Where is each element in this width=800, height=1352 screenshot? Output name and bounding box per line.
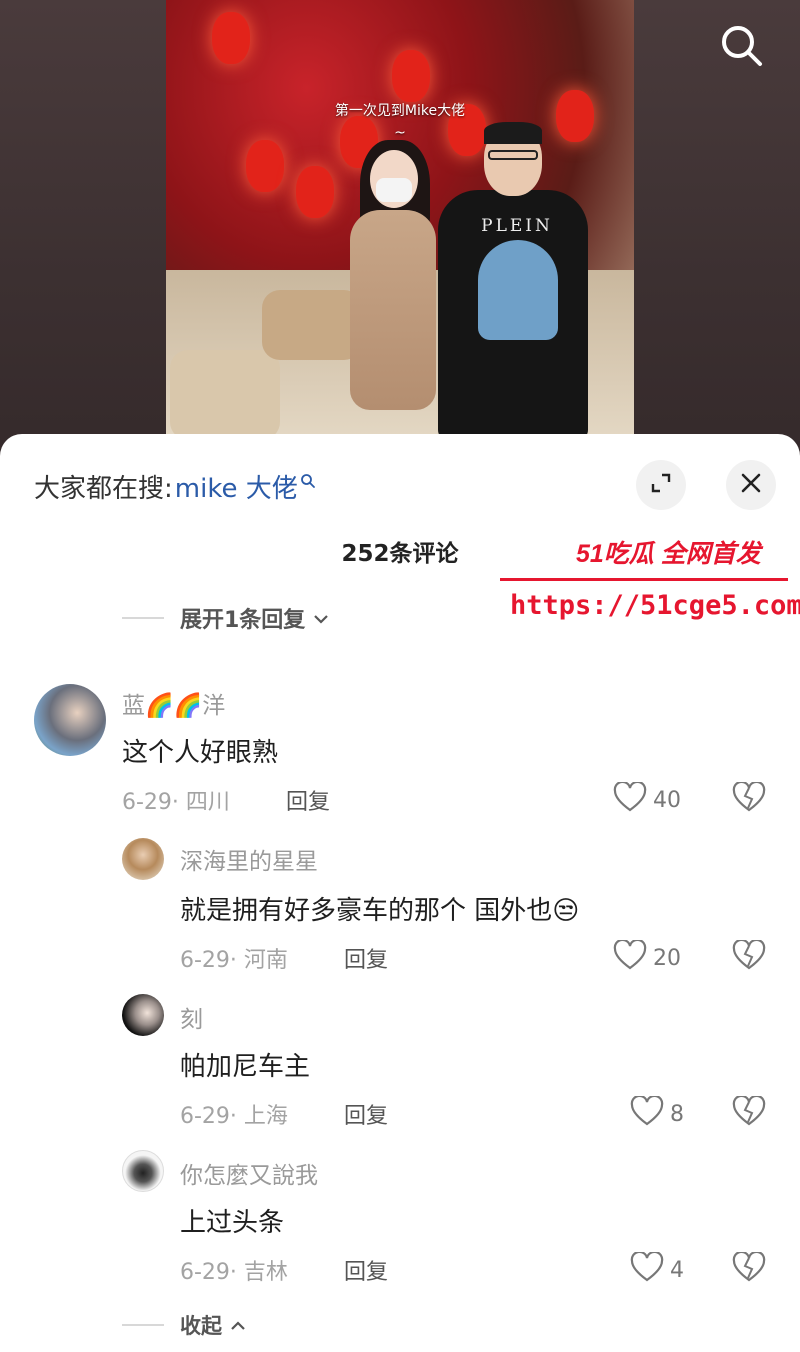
heart-icon [613, 780, 653, 818]
like-button[interactable]: 4 [630, 1250, 684, 1288]
watermark: 51吃瓜 全网首发 https://51cge5.com [500, 534, 800, 644]
comment-sheet: 大家都在搜: mike 大佬 252条评论 51吃瓜 全网首发 https://… [0, 434, 800, 1352]
comment-text: 帕加尼车主 [180, 1052, 311, 1082]
search-icon[interactable] [718, 22, 766, 70]
hoodie-text: PLEIN [481, 216, 553, 236]
reply-button[interactable]: 回复 [344, 1098, 388, 1130]
collapse-label: 收起 [180, 1314, 222, 1338]
avatar[interactable] [34, 684, 106, 756]
dislike-button[interactable] [732, 938, 766, 974]
comment-author[interactable]: 你怎麼又說我 [180, 1156, 318, 1190]
chevron-down-icon [313, 606, 329, 631]
avatar[interactable] [122, 994, 164, 1036]
chevron-up-icon [230, 1313, 246, 1337]
video-caption: 第一次见到Mike大佬 ~ [166, 100, 634, 144]
expand-icon [649, 471, 673, 499]
trending-search-prefix: 大家都在搜: [34, 473, 173, 504]
lantern [392, 50, 430, 102]
expand-button[interactable] [636, 460, 686, 510]
comment-text: 上过头条 [180, 1208, 285, 1238]
lantern [246, 140, 284, 192]
broken-heart-icon [732, 938, 766, 974]
close-button[interactable] [726, 460, 776, 510]
video-background: PLEIN 第一次见到Mike大佬 ~ [0, 0, 800, 460]
like-button[interactable]: 40 [613, 780, 681, 818]
like-count: 4 [670, 1257, 684, 1283]
chair [170, 350, 280, 440]
divider [122, 1324, 164, 1326]
close-icon [740, 472, 762, 498]
avatar[interactable] [122, 1150, 164, 1192]
woman-figure [336, 140, 446, 420]
dislike-button[interactable] [732, 1094, 766, 1130]
like-button[interactable]: 20 [613, 938, 681, 976]
reply-button[interactable]: 回复 [344, 1254, 388, 1286]
trending-search-keyword[interactable]: mike 大佬 [175, 468, 298, 505]
lantern [212, 12, 250, 64]
comment-meta: 6-29· 河南 [180, 948, 288, 973]
video-caption-line: 第一次见到Mike大佬 [334, 103, 466, 119]
comment-author[interactable]: 深海里的星星 [180, 842, 318, 876]
like-count: 20 [653, 945, 681, 971]
dislike-button[interactable] [732, 780, 766, 816]
reply-button[interactable]: 回复 [286, 784, 330, 816]
man-figure: PLEIN [438, 120, 588, 440]
video-caption-line: ~ [394, 125, 406, 141]
collapse-replies-button[interactable]: 收起 [122, 1310, 246, 1340]
avatar[interactable] [122, 838, 164, 880]
divider [122, 617, 164, 619]
heart-icon [613, 938, 653, 976]
broken-heart-icon [732, 1094, 766, 1130]
heart-icon [630, 1250, 670, 1288]
like-count: 8 [670, 1101, 684, 1127]
watermark-title: 51吃瓜 全网首发 [576, 540, 761, 568]
comment-meta: 6-29· 四川 [122, 790, 230, 815]
comment-text: 就是拥有好多豪车的那个 国外也😒 [180, 896, 580, 926]
like-count: 40 [653, 787, 681, 813]
like-button[interactable]: 8 [630, 1094, 684, 1132]
expand-replies-button[interactable]: 展开1条回复 [122, 602, 329, 634]
heart-icon [630, 1094, 670, 1132]
broken-heart-icon [732, 1250, 766, 1286]
watermark-url: https://51cge5.com [510, 590, 800, 621]
lantern [296, 166, 334, 218]
comment-author[interactable]: 刻 [180, 1000, 203, 1034]
comment-meta: 6-29· 上海 [180, 1104, 288, 1129]
expand-replies-label: 展开1条回复 [180, 608, 306, 633]
broken-heart-icon [732, 780, 766, 816]
dislike-button[interactable] [732, 1250, 766, 1286]
watermark-line [500, 578, 788, 581]
search-icon [300, 466, 316, 496]
trending-search[interactable]: 大家都在搜: mike 大佬 [34, 466, 316, 506]
comment-text: 这个人好眼熟 [122, 738, 279, 768]
comment-author[interactable]: 蓝🌈🌈洋 [122, 686, 225, 720]
reply-button[interactable]: 回复 [344, 942, 388, 974]
comment-meta: 6-29· 吉林 [180, 1260, 288, 1285]
video-frame[interactable]: PLEIN 第一次见到Mike大佬 ~ [166, 0, 634, 440]
